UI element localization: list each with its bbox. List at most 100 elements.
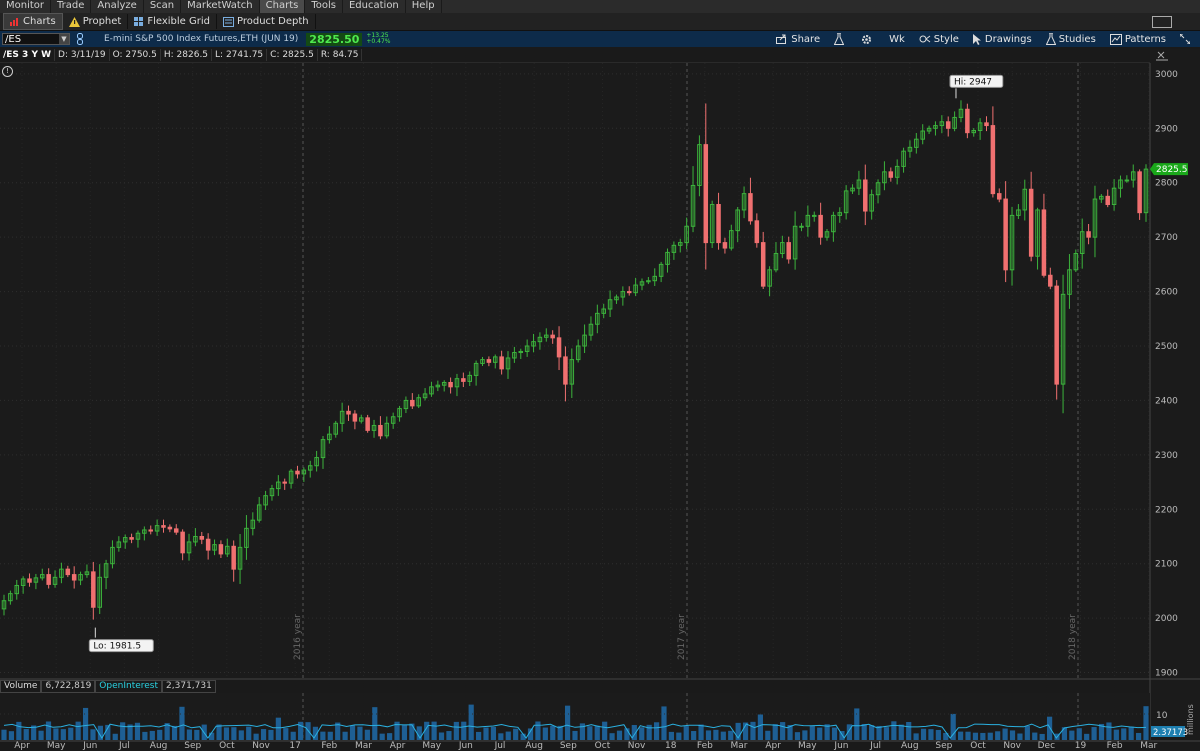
- volume-bar: [705, 730, 712, 740]
- x-tick-label: 17: [289, 741, 300, 751]
- volume-bar: [728, 730, 734, 740]
- candle-body: [295, 470, 300, 475]
- volume-bar: [438, 732, 445, 740]
- y-tick-label: 2200: [1155, 505, 1178, 515]
- volume-bar: [1143, 706, 1149, 740]
- candle-body: [486, 359, 492, 363]
- candle-body: [65, 568, 71, 576]
- candle-body: [129, 537, 134, 540]
- candle-body: [811, 214, 817, 217]
- volume-bar: [446, 731, 452, 740]
- volume-bar: [1121, 728, 1127, 740]
- volume-bar: [750, 721, 756, 740]
- volume-bar: [231, 727, 237, 740]
- x-tick-label: Apr: [390, 741, 406, 751]
- candle-body: [786, 242, 791, 260]
- volume-bar: [602, 721, 608, 740]
- candle-body: [1048, 274, 1053, 287]
- volume-bar: [653, 722, 660, 740]
- volume-bar: [913, 733, 919, 740]
- volume-bar: [995, 731, 1001, 740]
- volume-bar: [594, 725, 600, 740]
- candle-body: [346, 410, 351, 415]
- last-price-tag-label: 2825.5: [1156, 165, 1188, 175]
- y-tick-label: 2600: [1155, 288, 1178, 298]
- x-tick-label: Oct: [595, 741, 611, 751]
- candle-body: [71, 574, 77, 581]
- candle-body: [863, 179, 868, 212]
- volume-bar: [320, 731, 326, 740]
- volume-bar: [794, 732, 801, 740]
- y-tick-label: 2900: [1155, 124, 1178, 134]
- volume-bar: [1002, 728, 1008, 740]
- volume-bar: [802, 730, 808, 740]
- volume-bar: [45, 721, 52, 740]
- alert-icon[interactable]: !: [2, 66, 13, 77]
- volume-bar: [535, 721, 541, 740]
- y-tick-label: 1900: [1155, 669, 1178, 679]
- volume-bar: [431, 721, 437, 740]
- candle-body: [1105, 195, 1110, 206]
- open-interest-label: OpenInterest: [95, 679, 163, 693]
- volume-bar: [898, 724, 904, 740]
- volume-bar: [1, 729, 7, 740]
- candle-body: [1028, 188, 1034, 257]
- volume-bar: [1069, 730, 1075, 740]
- x-tick-label: Jun: [458, 741, 473, 751]
- candle-body: [365, 417, 370, 431]
- volume-bar: [349, 725, 356, 740]
- candle-body: [748, 193, 753, 222]
- volume-bar: [379, 733, 385, 740]
- volume-bar: [587, 726, 593, 740]
- volume-bar: [928, 729, 934, 740]
- price-chart[interactable]: 1900 2000 2100 2200 2300 2400 2500 2600 2700 2800…: [0, 0, 1200, 751]
- volume-bar: [824, 724, 830, 740]
- x-tick-label: Mar: [355, 741, 372, 751]
- x-tick-label: Aug: [525, 741, 543, 751]
- volume-bar: [1113, 729, 1119, 740]
- volume-bar: [817, 727, 823, 740]
- volume-bar: [461, 721, 467, 740]
- x-tick-label: Sep: [935, 741, 952, 751]
- volume-bar: [987, 732, 993, 740]
- x-tick-label: Jul: [118, 741, 130, 751]
- volume-bar: [980, 732, 986, 740]
- volume-bar: [1039, 733, 1045, 740]
- y-tick-label: 2500: [1155, 342, 1178, 352]
- volume-bar: [134, 722, 141, 740]
- volume-bar: [476, 731, 482, 740]
- x-tick-label: Feb: [321, 741, 337, 751]
- volume-bar: [1009, 730, 1016, 740]
- volume-bar: [698, 724, 704, 740]
- candle-body: [448, 381, 453, 388]
- volume-bar: [1106, 722, 1112, 740]
- volume-bar: [1091, 727, 1097, 740]
- x-tick-label: May: [798, 741, 817, 751]
- volume-bar: [23, 729, 29, 740]
- x-tick-label: Apr: [14, 741, 30, 751]
- candle-body: [282, 481, 287, 484]
- volume-bar: [409, 723, 415, 740]
- volume-bar: [68, 727, 74, 740]
- x-tick-label: Oct: [970, 741, 986, 751]
- volume-bar: [550, 725, 556, 740]
- volume-bar: [661, 706, 667, 740]
- year-marker-label: 2018 year: [1068, 614, 1078, 660]
- volume-bar: [1024, 725, 1030, 740]
- volume-bar: [861, 724, 867, 740]
- volume-bar: [1084, 733, 1090, 740]
- x-tick-label: Mar: [731, 741, 748, 751]
- x-tick-label: Mar: [1140, 741, 1157, 751]
- volume-bar: [972, 732, 979, 740]
- volume-bar: [883, 727, 890, 740]
- candle-body: [1086, 231, 1091, 238]
- volume-bar: [765, 730, 771, 740]
- y-tick-label: 2700: [1155, 233, 1178, 243]
- candle-body: [27, 578, 32, 583]
- candle-body: [626, 291, 632, 294]
- x-tick-label: 18: [665, 741, 677, 751]
- volume-bar: [120, 722, 126, 740]
- candle-body: [410, 399, 415, 407]
- volume-bar: [216, 724, 222, 740]
- volume-bar: [572, 730, 578, 740]
